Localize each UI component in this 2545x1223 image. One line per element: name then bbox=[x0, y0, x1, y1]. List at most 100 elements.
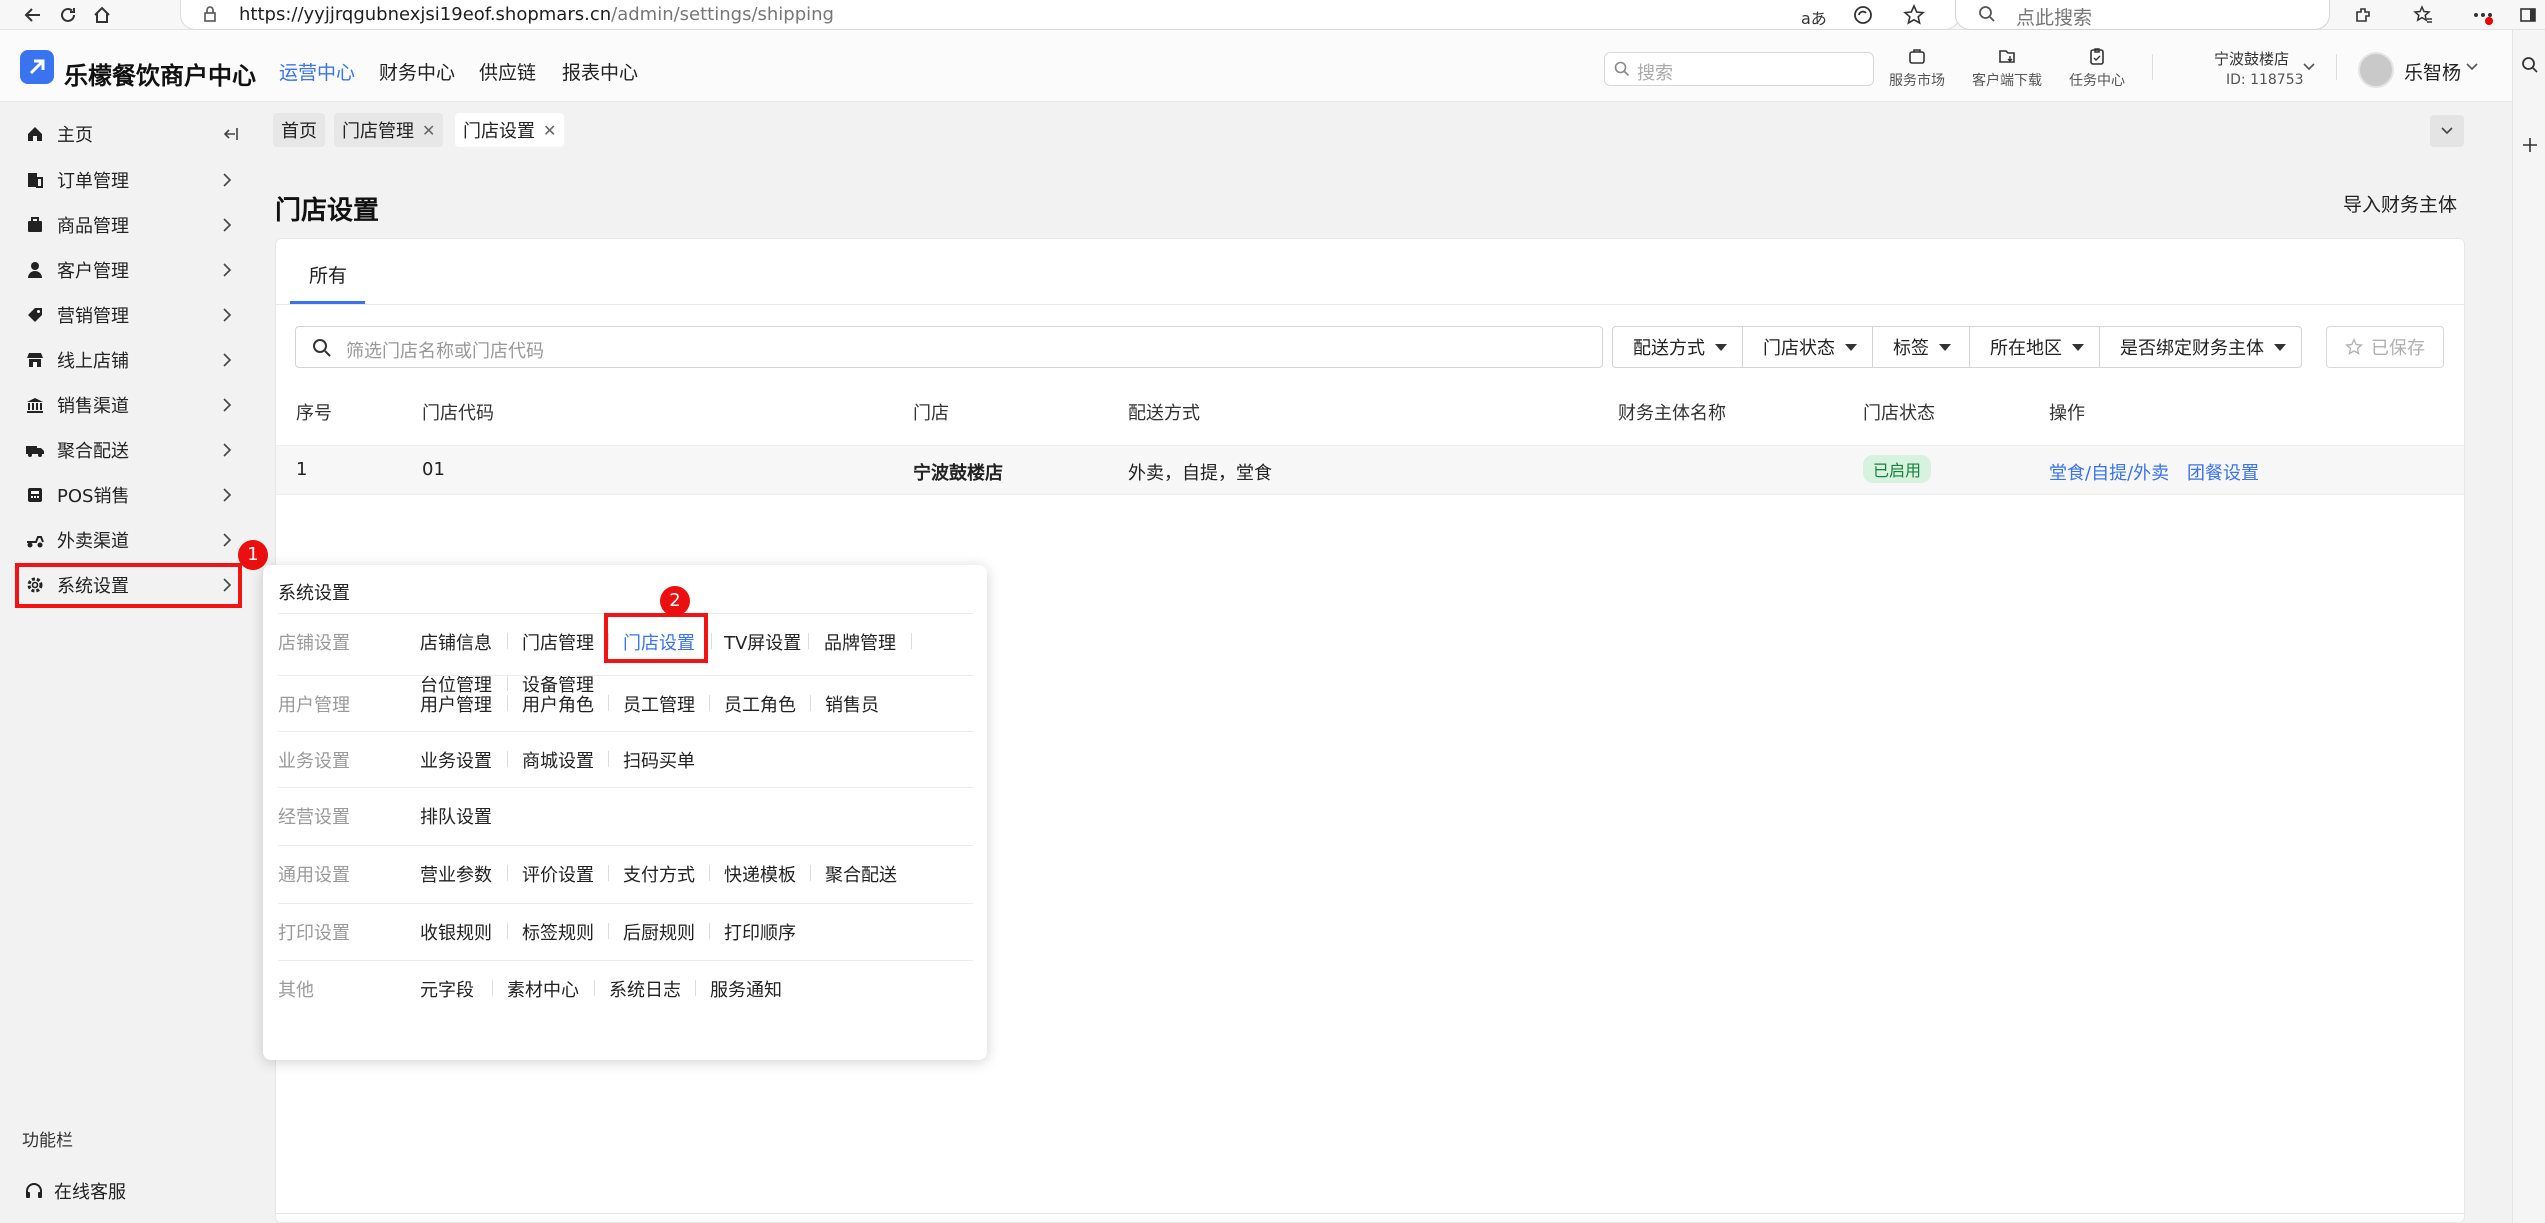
flyout-item-brand-management[interactable]: 品牌管理 bbox=[824, 629, 896, 655]
flyout-item-kitchen-rules[interactable]: 后厨规则 bbox=[623, 919, 695, 945]
flyout-item-scan-to-pay[interactable]: 扫码买单 bbox=[623, 747, 695, 773]
flyout-item-divider bbox=[594, 980, 595, 996]
flyout-item-payment-methods[interactable]: 支付方式 bbox=[623, 861, 695, 887]
lock-icon[interactable] bbox=[201, 5, 219, 23]
flyout-item-system-log[interactable]: 系统日志 bbox=[609, 976, 681, 1002]
tab-store-settings[interactable]: 门店设置 ✕ bbox=[455, 113, 565, 147]
tabs-dropdown-button[interactable] bbox=[2430, 115, 2464, 147]
flyout-item-review-settings[interactable]: 评价设置 bbox=[522, 861, 594, 887]
sidebar-item-orders[interactable]: 订单管理 bbox=[15, 160, 241, 200]
home-icon bbox=[25, 124, 45, 144]
flyout-item-business-parameters[interactable]: 营业参数 bbox=[420, 861, 492, 887]
chevron-right-icon bbox=[219, 306, 235, 324]
flyout-item-store-management[interactable]: 门店管理 bbox=[522, 629, 594, 655]
service-market-button[interactable]: 服务市场 bbox=[1882, 46, 1952, 90]
header-search-input[interactable]: 搜索 bbox=[1604, 52, 1874, 86]
saved-button[interactable]: 已保存 bbox=[2326, 326, 2444, 368]
import-finance-entity-button[interactable]: 导入财务主体 bbox=[2343, 190, 2457, 217]
chevron-right-icon bbox=[219, 486, 235, 504]
filter-tags[interactable]: 标签 bbox=[1872, 326, 1970, 368]
pos-icon bbox=[25, 485, 45, 505]
sidebar-item-customers[interactable]: 客户管理 bbox=[15, 250, 241, 290]
action-dine-pickup-takeaway-link[interactable]: 堂食/自提/外卖 bbox=[2049, 459, 2169, 485]
user-chevron-down-icon[interactable] bbox=[2465, 61, 2479, 73]
chevron-right-icon bbox=[219, 441, 235, 459]
flyout-item-express-templates[interactable]: 快递模板 bbox=[724, 861, 796, 887]
close-icon[interactable]: ✕ bbox=[422, 121, 435, 140]
flyout-item-label-rules[interactable]: 标签规则 bbox=[522, 919, 594, 945]
filter-finance-entity-bound[interactable]: 是否绑定财务主体 bbox=[2099, 326, 2302, 368]
action-group-meal-settings-link[interactable]: 团餐设置 bbox=[2187, 459, 2259, 485]
edge-search-icon[interactable] bbox=[2521, 56, 2539, 74]
address-bar[interactable]: https://yyjjrqgubnexjsi19eof.shopmars.cn… bbox=[180, 0, 1960, 30]
flyout-item-staff-management[interactable]: 员工管理 bbox=[623, 691, 695, 717]
client-download-label: 客户端下载 bbox=[1972, 73, 2042, 89]
translate-icon[interactable]: aあ bbox=[1801, 5, 1827, 29]
flyout-item-asset-center[interactable]: 素材中心 bbox=[507, 976, 579, 1002]
avatar[interactable] bbox=[2358, 52, 2394, 88]
tab-store-management[interactable]: 门店管理 ✕ bbox=[334, 113, 444, 147]
header-divider-2 bbox=[2336, 54, 2337, 80]
task-center-button[interactable]: 任务中心 bbox=[2062, 46, 2132, 90]
store-chevron-down-icon[interactable] bbox=[2302, 61, 2316, 73]
topnav-reports[interactable]: 报表中心 bbox=[562, 58, 638, 85]
flyout-item-mall-settings[interactable]: 商城设置 bbox=[522, 747, 594, 773]
sidebar-item-products[interactable]: 商品管理 bbox=[15, 205, 241, 245]
sidebar-item-home[interactable]: 主页 bbox=[15, 114, 241, 154]
flyout-divider bbox=[278, 845, 973, 846]
close-icon[interactable]: ✕ bbox=[543, 121, 556, 140]
flyout-item-tv-screen-settings[interactable]: TV屏设置 bbox=[724, 629, 801, 655]
flyout-divider bbox=[278, 731, 973, 732]
sidebar-item-label: 线上店铺 bbox=[57, 351, 129, 372]
tag-icon bbox=[25, 305, 45, 325]
sidebar-item-aggregate-delivery[interactable]: 聚合配送 bbox=[15, 430, 241, 470]
store-name[interactable]: 宁波鼓楼店 bbox=[2214, 48, 2289, 69]
back-icon[interactable] bbox=[20, 2, 46, 28]
flyout-item-shop-info[interactable]: 店铺信息 bbox=[420, 629, 492, 655]
extensions-icon[interactable] bbox=[2350, 2, 2376, 28]
sidebar-item-pos-sales[interactable]: POS销售 bbox=[15, 475, 241, 515]
flyout-item-print-order[interactable]: 打印顺序 bbox=[724, 919, 796, 945]
filter-region[interactable]: 所在地区 bbox=[1969, 326, 2100, 368]
browser-search[interactable]: 点此搜索 bbox=[1955, 0, 2330, 30]
username[interactable]: 乐智杨 bbox=[2404, 58, 2461, 85]
flyout-item-sales-staff[interactable]: 销售员 bbox=[825, 691, 879, 717]
favorites-icon[interactable] bbox=[2410, 2, 2436, 28]
client-download-button[interactable]: 客户端下载 bbox=[1972, 46, 2042, 90]
sidebar-item-online-store[interactable]: 线上店铺 bbox=[15, 340, 241, 380]
topnav-finance[interactable]: 财务中心 bbox=[379, 58, 455, 85]
flyout-item-user-roles[interactable]: 用户角色 bbox=[522, 691, 594, 717]
flyout-item-business-settings[interactable]: 业务设置 bbox=[420, 747, 492, 773]
filter-delivery-method[interactable]: 配送方式 bbox=[1612, 326, 1743, 368]
sidebar-toggle-icon[interactable] bbox=[2515, 2, 2541, 28]
collapse-sidebar-icon[interactable] bbox=[220, 124, 240, 144]
brand-name: 乐檬餐饮商户中心 bbox=[64, 62, 256, 90]
flyout-item-aggregate-delivery[interactable]: 聚合配送 bbox=[825, 861, 897, 887]
flyout-item-user-management[interactable]: 用户管理 bbox=[420, 691, 492, 717]
flyout-item-staff-roles[interactable]: 员工角色 bbox=[724, 691, 796, 717]
sidebar-item-marketing[interactable]: 营销管理 bbox=[15, 295, 241, 335]
more-icon[interactable] bbox=[2470, 2, 2496, 28]
flyout-category: 通用设置 bbox=[278, 865, 350, 886]
flyout-divider bbox=[278, 675, 973, 676]
flyout-item-meta-fields[interactable]: 元字段 bbox=[420, 976, 474, 1002]
store-filter-input[interactable]: 筛选门店名称或门店代码 bbox=[295, 326, 1603, 368]
reload-icon[interactable] bbox=[55, 2, 81, 28]
sidebar-item-takeaway-channels[interactable]: 外卖渠道 bbox=[15, 520, 241, 560]
flyout-item-service-notifications[interactable]: 服务通知 bbox=[710, 976, 782, 1002]
tab-home[interactable]: 首页 bbox=[273, 113, 325, 147]
topnav-supply-chain[interactable]: 供应链 bbox=[479, 58, 536, 85]
sidebar-item-sales-channels[interactable]: 销售渠道 bbox=[15, 385, 241, 425]
topnav-operations[interactable]: 运营中心 bbox=[279, 58, 355, 85]
edge-add-icon[interactable] bbox=[2521, 136, 2539, 154]
flyout-item-cashier-rules[interactable]: 收银规则 bbox=[420, 919, 492, 945]
flyout-item-queue-settings[interactable]: 排队设置 bbox=[420, 803, 492, 829]
caret-down-icon bbox=[1845, 343, 1857, 351]
store-id: ID: 118753 bbox=[2226, 72, 2304, 88]
home-browser-icon[interactable] bbox=[89, 2, 115, 28]
tab-all[interactable]: 所有 bbox=[309, 261, 347, 288]
favorite-star-icon[interactable] bbox=[1903, 4, 1925, 26]
filter-store-status[interactable]: 门店状态 bbox=[1742, 326, 1873, 368]
online-service-button[interactable]: 在线客服 bbox=[24, 1178, 126, 1204]
refresh-circle-icon[interactable] bbox=[1853, 5, 1873, 25]
